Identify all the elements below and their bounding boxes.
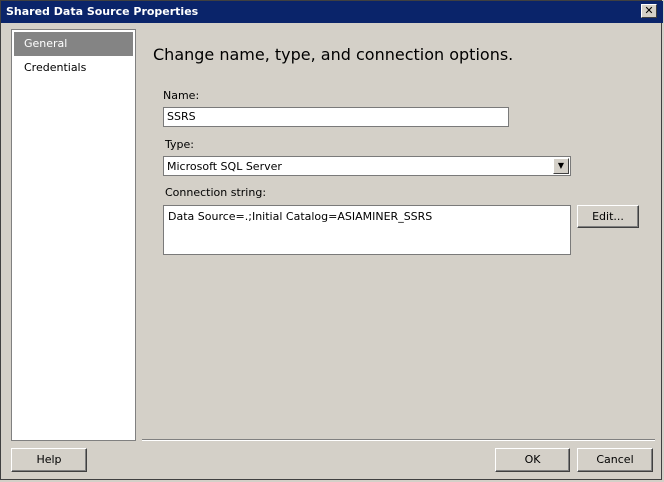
dialog-window: Shared Data Source Properties ✕ General … <box>0 0 663 480</box>
close-icon: ✕ <box>644 4 654 17</box>
name-label: Name: <box>163 89 200 102</box>
name-input-value: SSRS <box>167 110 196 123</box>
type-dropdown[interactable]: Microsoft SQL Server ▼ <box>163 156 571 176</box>
cancel-button[interactable]: Cancel <box>577 448 653 472</box>
help-button[interactable]: Help <box>11 448 87 472</box>
general-page: Change name, type, and connection option… <box>142 29 655 439</box>
ok-button[interactable]: OK <box>495 448 570 472</box>
nav-item-credentials[interactable]: Credentials <box>14 56 133 80</box>
type-dropdown-value: Microsoft SQL Server <box>167 160 282 173</box>
title-bar[interactable]: Shared Data Source Properties ✕ <box>1 1 663 23</box>
edit-button[interactable]: Edit... <box>577 205 639 228</box>
connection-string-value: Data Source=.;Initial Catalog=ASIAMINER_… <box>168 210 433 223</box>
connection-string-input[interactable]: Data Source=.;Initial Catalog=ASIAMINER_… <box>163 205 571 255</box>
page-heading: Change name, type, and connection option… <box>153 45 514 64</box>
type-label: Type: <box>165 138 194 151</box>
page-navigation: General Credentials <box>11 29 136 441</box>
name-input[interactable]: SSRS <box>163 107 509 127</box>
connection-string-label: Connection string: <box>165 186 267 199</box>
window-title: Shared Data Source Properties <box>6 5 199 18</box>
footer-separator <box>142 439 655 441</box>
close-button[interactable]: ✕ <box>641 4 657 18</box>
dropdown-arrow-icon[interactable]: ▼ <box>553 158 569 174</box>
nav-item-general[interactable]: General <box>14 32 133 56</box>
